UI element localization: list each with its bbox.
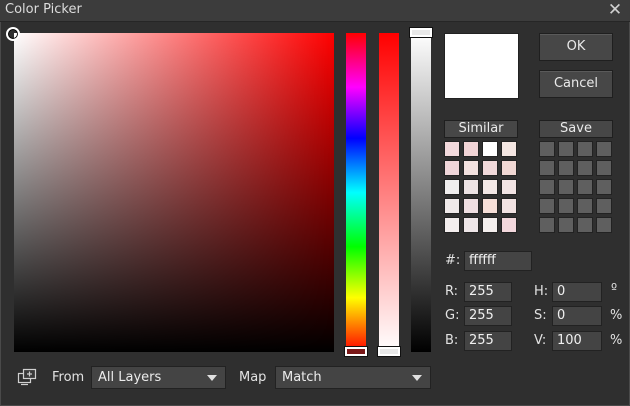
- color-swatch[interactable]: [596, 198, 612, 214]
- from-select-value: All Layers: [98, 370, 162, 385]
- color-swatch[interactable]: [501, 179, 517, 195]
- green-input[interactable]: 255: [464, 306, 512, 326]
- chevron-down-icon: [207, 375, 217, 381]
- cancel-button[interactable]: Cancel: [539, 70, 613, 98]
- saturation-slider[interactable]: [379, 33, 399, 352]
- from-select[interactable]: All Layers: [91, 366, 226, 389]
- hue-label: H:: [534, 284, 549, 299]
- color-swatch[interactable]: [558, 160, 574, 176]
- saturation-unit: %: [610, 308, 623, 323]
- color-swatch[interactable]: [444, 179, 460, 195]
- hex-input[interactable]: ffffff: [464, 251, 532, 271]
- color-swatch[interactable]: [558, 141, 574, 157]
- color-swatch[interactable]: [501, 160, 517, 176]
- color-swatch[interactable]: [577, 179, 593, 195]
- hue-slider[interactable]: [346, 33, 366, 352]
- save-button[interactable]: Save: [539, 120, 613, 138]
- red-input[interactable]: 255: [464, 282, 512, 302]
- field-cursor-handle[interactable]: [6, 27, 20, 41]
- map-select-value: Match: [282, 370, 322, 385]
- color-swatch[interactable]: [501, 141, 517, 157]
- color-swatch[interactable]: [482, 160, 498, 176]
- color-swatch[interactable]: [539, 179, 555, 195]
- lightness-slider[interactable]: [411, 33, 431, 352]
- blue-label: B:: [445, 333, 459, 348]
- color-swatch[interactable]: [577, 160, 593, 176]
- value-input[interactable]: 100: [552, 331, 602, 351]
- color-swatch[interactable]: [444, 160, 460, 176]
- color-swatch[interactable]: [539, 217, 555, 233]
- color-swatch[interactable]: [482, 198, 498, 214]
- color-swatch[interactable]: [444, 141, 460, 157]
- color-swatch[interactable]: [577, 198, 593, 214]
- color-swatch[interactable]: [482, 217, 498, 233]
- hue-unit: º: [611, 282, 618, 297]
- color-swatch[interactable]: [463, 160, 479, 176]
- lightness-slider-handle[interactable]: [409, 27, 433, 38]
- color-swatch[interactable]: [444, 198, 460, 214]
- chevron-down-icon: [412, 375, 422, 381]
- color-swatch[interactable]: [558, 198, 574, 214]
- color-swatch[interactable]: [444, 217, 460, 233]
- color-swatch[interactable]: [596, 160, 612, 176]
- green-label: G:: [445, 308, 460, 323]
- color-swatch[interactable]: [463, 141, 479, 157]
- color-swatch[interactable]: [558, 179, 574, 195]
- color-swatch[interactable]: [539, 198, 555, 214]
- title-bar: Color Picker ✕: [0, 0, 630, 22]
- color-swatch[interactable]: [539, 160, 555, 176]
- color-swatch[interactable]: [501, 198, 517, 214]
- hue-slider-handle[interactable]: [344, 346, 368, 357]
- map-select[interactable]: Match: [275, 366, 431, 389]
- from-label: From: [52, 370, 85, 385]
- color-swatch[interactable]: [482, 141, 498, 157]
- saturation-input[interactable]: 0: [552, 306, 602, 326]
- value-unit: %: [610, 333, 623, 348]
- color-swatch[interactable]: [596, 217, 612, 233]
- color-swatch[interactable]: [577, 217, 593, 233]
- saturation-slider-handle[interactable]: [377, 346, 401, 357]
- color-swatch[interactable]: [596, 141, 612, 157]
- window-title: Color Picker: [5, 2, 82, 17]
- ok-button[interactable]: OK: [539, 33, 613, 61]
- color-swatch[interactable]: [482, 179, 498, 195]
- color-swatch[interactable]: [539, 141, 555, 157]
- color-swatch[interactable]: [463, 179, 479, 195]
- blue-input[interactable]: 255: [464, 331, 512, 351]
- color-swatch[interactable]: [558, 217, 574, 233]
- similar-button[interactable]: Similar: [444, 120, 518, 138]
- saved-swatch-grid: [539, 141, 612, 233]
- hue-input[interactable]: 0: [552, 282, 602, 302]
- color-preview: [444, 33, 519, 99]
- color-swatch[interactable]: [501, 217, 517, 233]
- close-icon[interactable]: ✕: [606, 1, 624, 19]
- map-label: Map: [239, 370, 267, 385]
- red-label: R:: [445, 284, 459, 299]
- value-label: V:: [534, 333, 547, 348]
- saturation-label: S:: [534, 308, 547, 323]
- color-swatch[interactable]: [596, 179, 612, 195]
- color-swatch[interactable]: [463, 217, 479, 233]
- eyedropper-screen-icon[interactable]: [17, 368, 37, 386]
- saturation-value-field[interactable]: [14, 33, 334, 352]
- similar-swatch-grid: [444, 141, 517, 233]
- hex-label: #:: [445, 253, 461, 268]
- color-swatch[interactable]: [463, 198, 479, 214]
- color-swatch[interactable]: [577, 141, 593, 157]
